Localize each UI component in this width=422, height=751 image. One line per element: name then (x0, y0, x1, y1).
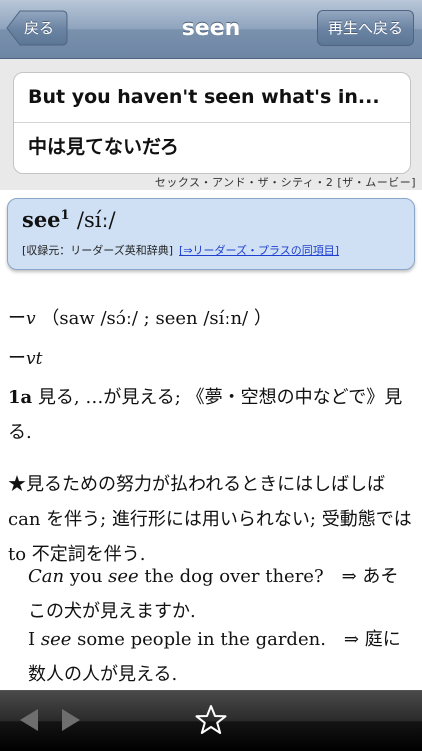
example-word: see (108, 566, 139, 587)
pos-dash: ー (8, 308, 26, 329)
verb-forms: （saw /sɔ́ː/ ; seen /síːn/ ） (41, 308, 272, 329)
phrase-box: But you haven't seen what's in... 中は見てない… (13, 72, 411, 174)
pos-dash: ー (8, 348, 26, 369)
headword: see1 /síː/ (22, 207, 116, 232)
pos-verb-line: ーv （saw /sɔ́ː/ ; seen /síːn/ ） (8, 304, 272, 330)
sense-text: 見る, …が見える; 《夢・空想の中などで》見る. (8, 387, 403, 443)
definition-body: ーv （saw /sɔ́ː/ ; seen /síːn/ ） ーvt 1a 見る… (0, 282, 422, 690)
usage-note: ★見るための努力が払われるときにはしばしば can を伴う; 進行形には用いられ… (8, 474, 412, 565)
pos-label: v (26, 309, 36, 329)
return-to-playback-button[interactable]: 再生へ戻る (316, 10, 414, 46)
example-word: see (40, 629, 72, 650)
dictionary-source-line: [収録元：リーダーズ英和辞典] [⇒リーダーズ・プラスの同項目] (22, 242, 339, 258)
homograph-number: 1 (60, 208, 70, 223)
example-text: I (28, 629, 41, 650)
phrase-panel: But you haven't seen what's in... 中は見てない… (0, 59, 422, 190)
pos-label: vt (26, 349, 43, 369)
right-arrow-icon[interactable] (60, 707, 82, 733)
star-icon[interactable] (195, 704, 227, 736)
movie-source-caption: セックス・アンド・ザ・シティ・2 [ザ・ムービー] (154, 176, 416, 189)
headword-text: see (22, 207, 61, 232)
dictionary-source-label: [収録元：リーダーズ英和辞典] (22, 244, 174, 257)
pronunciation: /síː/ (76, 208, 116, 232)
example-1: Can you see the dog over there? ⇒ あそこの犬が… (28, 559, 412, 629)
example-word: Can (28, 566, 65, 587)
left-arrow-icon[interactable] (18, 707, 40, 733)
phrase-english[interactable]: But you haven't seen what's in... (14, 73, 410, 123)
example-text: some people in the garden. ⇒ 庭に数人の人が見える. (28, 629, 401, 685)
sense-1a: 1a 見る, …が見える; 《夢・空想の中などで》見る. (8, 380, 412, 450)
pos-transitive-line: ーvt (8, 344, 42, 370)
example-2: I see some people in the garden. ⇒ 庭に数人の… (28, 622, 412, 690)
navigation-bar: 戻る seen 再生へ戻る (0, 0, 422, 59)
readers-plus-link[interactable]: [⇒リーダーズ・プラスの同項目] (179, 244, 339, 257)
phrase-japanese[interactable]: 中は見てないだろ (14, 123, 410, 172)
headword-card: see1 /síː/ [収録元：リーダーズ英和辞典] [⇒リーダーズ・プラスの同項… (7, 198, 415, 270)
example-text: you (64, 566, 109, 587)
sense-number: 1a (8, 387, 33, 408)
bottom-toolbar (0, 690, 422, 751)
